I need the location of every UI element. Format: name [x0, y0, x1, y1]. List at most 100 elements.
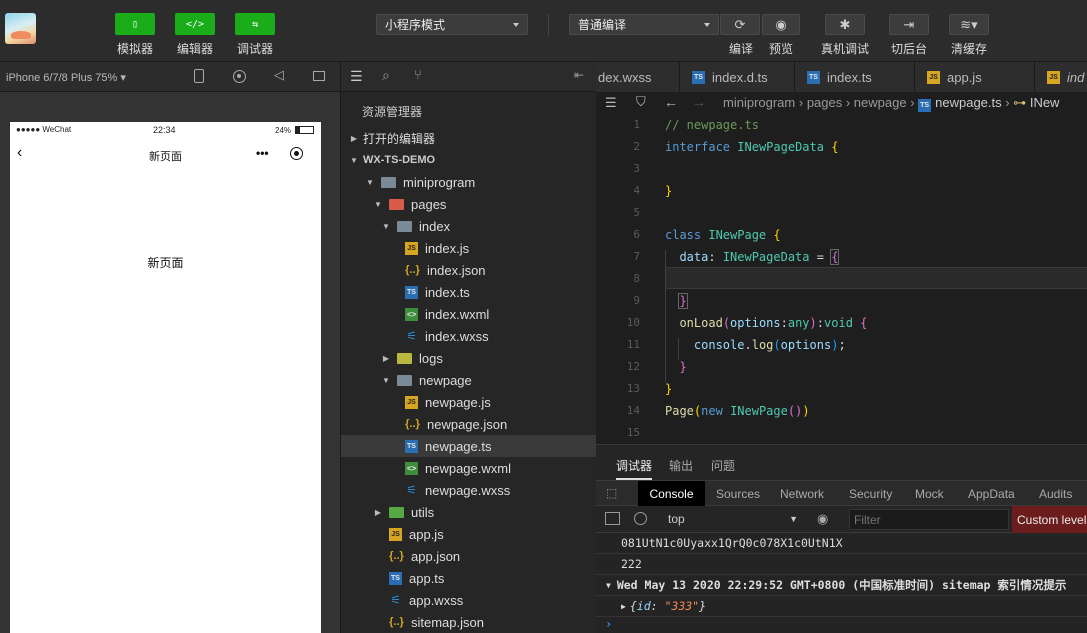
tree-file[interactable]: ⚟ index.wxss: [341, 325, 597, 347]
tree-file[interactable]: JS app.js: [341, 523, 597, 545]
bookmark-icon[interactable]: ⛉: [636, 94, 646, 110]
tab-security[interactable]: Security: [849, 487, 892, 501]
tab-debugger[interactable]: 调试器: [616, 457, 653, 480]
tree-file[interactable]: {..} app.json: [341, 545, 597, 567]
file-explorer: 资源管理器 ▶ 打开的编辑器 ▼ WX-TS-DEMO ▼ miniprogram…: [340, 92, 597, 633]
tree-file[interactable]: ⚟ newpage.wxss: [341, 479, 597, 501]
tree-folder[interactable]: ▼ miniprogram: [341, 171, 597, 193]
device-select[interactable]: iPhone 6/7/8 Plus 75% ▾: [6, 71, 126, 84]
tree-file[interactable]: ⚟ app.wxss: [341, 589, 597, 611]
tab-index-d-ts[interactable]: TS index.d.ts: [680, 62, 795, 92]
code-line: interface INewPageData {: [665, 140, 839, 154]
project-section[interactable]: ▼ WX-TS-DEMO: [341, 149, 597, 171]
chevron-right-icon: ▶: [350, 133, 358, 143]
search-icon[interactable]: ⌕: [382, 67, 390, 84]
tree-file[interactable]: <> newpage.wxml: [341, 457, 597, 479]
chevron-down-icon: ▼: [350, 155, 358, 165]
filter-input[interactable]: [849, 509, 1009, 530]
prompt-icon[interactable]: ›: [605, 617, 612, 631]
debugger-toggle-icon[interactable]: ⇆: [235, 13, 275, 35]
tree-file[interactable]: {..} index.json: [341, 259, 597, 281]
tree-folder[interactable]: ▼ newpage: [341, 369, 597, 391]
compile-select[interactable]: 普通编译: [569, 14, 719, 35]
tab-sources[interactable]: Sources: [716, 487, 760, 501]
symbol-icon: ⊶: [1013, 95, 1027, 110]
crumb-file[interactable]: newpage.ts: [935, 95, 1002, 110]
tree-folder[interactable]: ▶ logs: [341, 347, 597, 369]
code-editor[interactable]: 1 2 3 4 5 6 7 8 9 10 11 12 13 14 15 // newpage.ts inte…: [596, 114, 1087, 444]
tree-file[interactable]: {..} sitemap.json: [341, 611, 597, 633]
tree-file[interactable]: <> index.wxml: [341, 303, 597, 325]
open-editors-section[interactable]: ▶ 打开的编辑器: [341, 127, 597, 149]
tree-file[interactable]: JS index.js: [341, 237, 597, 259]
tab-problems[interactable]: 问题: [711, 457, 735, 474]
context-value: top: [668, 512, 685, 526]
list-icon[interactable]: ☰: [605, 95, 617, 111]
folder-icon: [397, 220, 412, 232]
tab-index-ts[interactable]: TS index.ts: [795, 62, 915, 92]
tree-file[interactable]: TS app.ts: [341, 567, 597, 589]
folder-icon: [389, 506, 404, 518]
tree-folder[interactable]: ▶ utils: [341, 501, 597, 523]
tree-file[interactable]: TS index.ts: [341, 281, 597, 303]
sidebar-toggle-icon[interactable]: [605, 512, 620, 525]
tab-ind[interactable]: JS ind: [1035, 62, 1087, 92]
eye-icon[interactable]: ◉: [762, 14, 800, 35]
record-icon[interactable]: [233, 70, 246, 83]
refresh-icon[interactable]: ⟳: [720, 14, 760, 35]
editor-toggle-label[interactable]: 编辑器: [165, 40, 225, 57]
console-object[interactable]: ▶ {id: "333"}: [596, 596, 1087, 617]
tab-output[interactable]: 输出: [669, 457, 693, 474]
explorer-icon[interactable]: ☰: [350, 68, 363, 85]
tree-file[interactable]: TS newpage.ts: [341, 435, 597, 457]
inspect-icon[interactable]: ⬚: [606, 486, 617, 500]
eye-icon[interactable]: ◉: [817, 511, 828, 527]
compile-button[interactable]: 编译: [722, 40, 760, 57]
tab-appdata[interactable]: AppData: [968, 487, 1015, 501]
switch-icon[interactable]: ⇥: [889, 14, 929, 35]
tab-audits[interactable]: Audits: [1039, 487, 1072, 501]
background-button[interactable]: 切后台: [884, 40, 934, 57]
source-control-icon[interactable]: ⑂: [414, 67, 422, 82]
tree-item-label: app.wxss: [409, 592, 464, 608]
tree-folder[interactable]: ▼ index: [341, 215, 597, 237]
debugger-toggle-label[interactable]: 调试器: [225, 40, 285, 57]
close-capsule-icon[interactable]: [290, 147, 303, 160]
log-levels-select[interactable]: Custom levels: [1012, 506, 1087, 533]
ts-file-icon: TS: [692, 70, 705, 84]
sound-icon[interactable]: ◁: [274, 67, 284, 83]
clear-console-icon[interactable]: [634, 512, 647, 525]
tree-file[interactable]: {..} newpage.json: [341, 413, 597, 435]
tree-item-label: index.wxss: [425, 328, 489, 344]
app-avatar[interactable]: [5, 13, 36, 44]
back-arrow-icon[interactable]: ←: [664, 94, 678, 110]
tree-folder[interactable]: ▼ pages: [341, 193, 597, 215]
editor-toggle-icon[interactable]: </>: [175, 13, 215, 35]
forward-arrow-icon[interactable]: →: [692, 94, 706, 110]
tab-mock[interactable]: Mock: [915, 487, 944, 501]
preview-button[interactable]: 预览: [762, 40, 800, 57]
crumb-pages[interactable]: pages: [807, 95, 842, 110]
tab-network[interactable]: Network: [780, 487, 824, 501]
more-icon[interactable]: •••: [256, 146, 269, 160]
mode-select[interactable]: 小程序模式: [376, 14, 528, 35]
layers-icon[interactable]: ≋▾: [949, 14, 989, 35]
crumb-symbol[interactable]: INew: [1030, 95, 1060, 110]
simulator-toggle-icon[interactable]: ▯: [115, 13, 155, 35]
popout-icon[interactable]: [313, 71, 325, 81]
context-select[interactable]: top ▼: [662, 509, 804, 529]
tab-console[interactable]: Console: [638, 481, 705, 506]
tab-dex-wxss[interactable]: dex.wxss: [596, 62, 680, 92]
crumb-newpage[interactable]: newpage: [854, 95, 907, 110]
clear-cache-button[interactable]: 清缓存: [944, 40, 994, 57]
simulator-toggle-label[interactable]: 模拟器: [105, 40, 165, 57]
tab-app-js[interactable]: JS app.js: [915, 62, 1035, 92]
code-line: data: INewPageData = {: [679, 249, 840, 265]
remote-debug-button[interactable]: 真机调试: [815, 40, 875, 57]
console-group[interactable]: ▼ Wed May 13 2020 22:29:52 GMT+0800 (中国标准…: [596, 575, 1087, 596]
tree-file[interactable]: JS newpage.js: [341, 391, 597, 413]
crumb-miniprogram[interactable]: miniprogram: [723, 95, 795, 110]
bug-icon[interactable]: ✱: [825, 14, 865, 35]
collapse-panel-icon[interactable]: ⇤: [574, 68, 584, 82]
phone-icon[interactable]: [194, 69, 204, 83]
